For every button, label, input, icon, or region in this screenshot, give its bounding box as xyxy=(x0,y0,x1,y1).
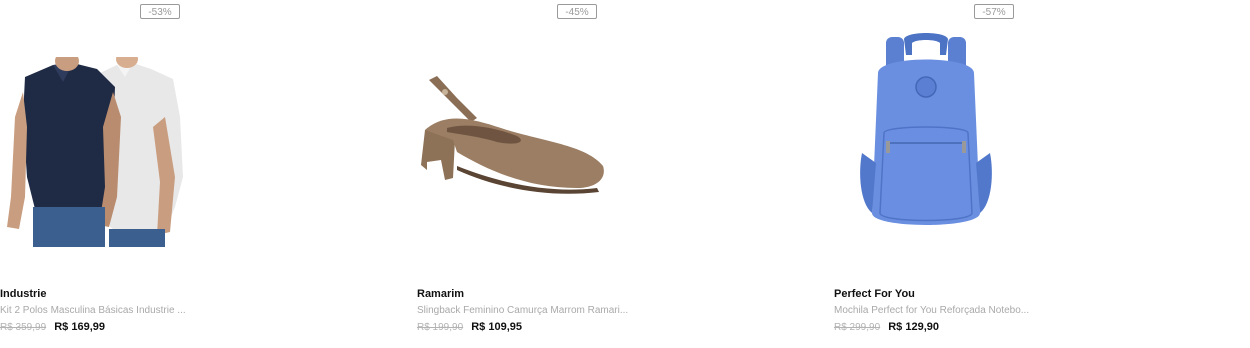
current-price: R$ 129,90 xyxy=(888,321,939,333)
product-image[interactable] xyxy=(0,25,390,275)
product-image[interactable] xyxy=(834,25,1224,275)
old-price: R$ 359,99 xyxy=(0,322,47,333)
old-price: R$ 299,90 xyxy=(834,322,881,333)
product-brand[interactable]: Perfect For You xyxy=(834,288,915,300)
slingback-shoe-image xyxy=(421,76,604,194)
old-price: R$ 199,90 xyxy=(417,322,464,333)
product-description[interactable]: Kit 2 Polos Masculina Básicas Industrie … xyxy=(0,305,186,316)
product-description[interactable]: Slingback Feminino Camurça Marrom Ramari… xyxy=(417,305,628,316)
current-price: R$ 169,99 xyxy=(54,321,105,333)
product-description[interactable]: Mochila Perfect for You Reforçada Notebo… xyxy=(834,305,1029,316)
price-row: R$ 299,90 R$ 129,90 xyxy=(834,321,939,333)
polo-shirts-image xyxy=(7,57,183,247)
product-card[interactable]: -53% Industrie Kit 2 Polos Masculina Bás… xyxy=(0,0,390,348)
discount-badge: -45% xyxy=(557,4,597,19)
product-brand[interactable]: Industrie xyxy=(0,288,46,300)
product-brand[interactable]: Ramarim xyxy=(417,288,464,300)
discount-badge: -57% xyxy=(974,4,1014,19)
price-row: R$ 199,90 R$ 109,95 xyxy=(417,321,522,333)
discount-badge: -53% xyxy=(140,4,180,19)
product-image[interactable] xyxy=(417,25,807,275)
product-card[interactable]: -57% Perfect For You Mochila Perfect for… xyxy=(834,0,1224,348)
product-card[interactable]: -45% Ramarim Slingback Feminino Camurça … xyxy=(417,0,807,348)
current-price: R$ 109,95 xyxy=(471,321,522,333)
price-row: R$ 359,99 R$ 169,99 xyxy=(0,321,105,333)
backpack-image xyxy=(860,33,992,225)
